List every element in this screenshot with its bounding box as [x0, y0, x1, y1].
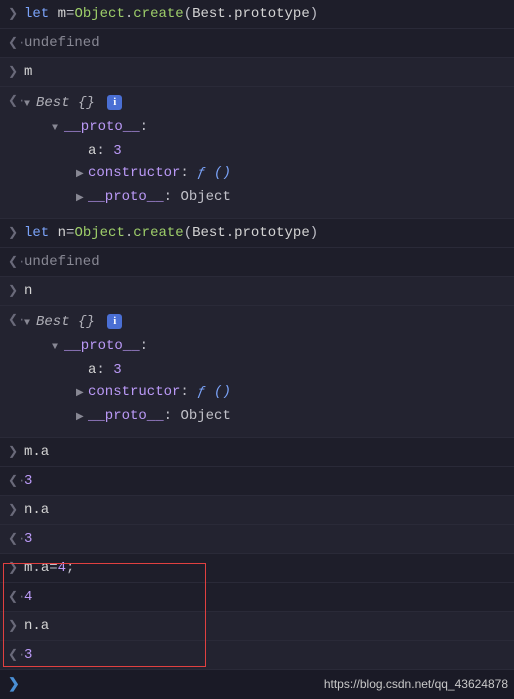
- expand-toggle[interactable]: ▼: [52, 118, 64, 140]
- code-line[interactable]: m.a: [24, 443, 506, 461]
- expand-toggle[interactable]: ▼: [24, 313, 36, 335]
- code-line[interactable]: m: [24, 63, 506, 81]
- output-value: 4: [24, 588, 506, 606]
- output-icon: ❮·: [8, 530, 24, 548]
- console-input-row: ❯ let m=Object.create(Best.prototype): [0, 0, 514, 29]
- input-icon: ❯: [8, 5, 24, 23]
- input-icon: ❯: [8, 224, 24, 242]
- output-icon: ❮·: [8, 646, 24, 664]
- watermark-text: https://blog.csdn.net/qq_43624878: [324, 677, 508, 691]
- output-value: 3: [24, 646, 506, 664]
- expand-toggle[interactable]: ▼: [52, 337, 64, 359]
- console-output-row: ❮· 3: [0, 525, 514, 554]
- console-input-row: ❯ n.a: [0, 612, 514, 641]
- expand-toggle[interactable]: ▶: [76, 188, 88, 210]
- info-icon[interactable]: i: [107, 95, 122, 110]
- code-line[interactable]: m.a=4;: [24, 559, 506, 577]
- console-output-row: ❮· ▼Best {} i ▼__proto__: a: 3 ▶construc…: [0, 87, 514, 219]
- console-output-row: ❮· undefined: [0, 29, 514, 58]
- output-value: undefined: [24, 34, 506, 52]
- input-icon: ❯: [8, 443, 24, 461]
- output-icon: ❮·: [8, 34, 24, 52]
- console-output-row: ❮· 3: [0, 467, 514, 496]
- console-input-row: ❯ n: [0, 277, 514, 306]
- expand-toggle[interactable]: ▼: [24, 94, 36, 116]
- input-icon: ❯: [8, 282, 24, 300]
- code-line[interactable]: let n=Object.create(Best.prototype): [24, 224, 506, 242]
- output-icon: ❮·: [8, 92, 24, 110]
- code-line[interactable]: n.a: [24, 501, 506, 519]
- object-tree[interactable]: ▼Best {} i ▼__proto__: a: 3 ▶constructor…: [24, 92, 506, 210]
- console-input-row: ❯ m.a: [0, 438, 514, 467]
- console-output-row: ❮· 3: [0, 641, 514, 670]
- object-tree[interactable]: ▼Best {} i ▼__proto__: a: 3 ▶constructor…: [24, 311, 506, 429]
- code-line[interactable]: n.a: [24, 617, 506, 635]
- expand-toggle[interactable]: ▶: [76, 383, 88, 405]
- output-value: undefined: [24, 253, 506, 271]
- console-input-row: ❯ let n=Object.create(Best.prototype): [0, 219, 514, 248]
- console-output-row: ❮· ▼Best {} i ▼__proto__: a: 3 ▶construc…: [0, 306, 514, 438]
- output-value: 3: [24, 472, 506, 490]
- console-input-row: ❯ m.a=4;: [0, 554, 514, 583]
- input-icon: ❯: [8, 63, 24, 81]
- output-value: 3: [24, 530, 506, 548]
- console-output-row: ❮· undefined: [0, 248, 514, 277]
- output-icon: ❮·: [8, 588, 24, 606]
- output-icon: ❮·: [8, 253, 24, 271]
- console-input-row: ❯ n.a: [0, 496, 514, 525]
- input-icon: ❯: [8, 559, 24, 577]
- console-output-row: ❮· 4: [0, 583, 514, 612]
- prompt-icon: ❯: [8, 677, 20, 693]
- input-icon: ❯: [8, 501, 24, 519]
- input-icon: ❯: [8, 617, 24, 635]
- info-icon[interactable]: i: [107, 314, 122, 329]
- code-line[interactable]: let m=Object.create(Best.prototype): [24, 5, 506, 23]
- code-line[interactable]: n: [24, 282, 506, 300]
- output-icon: ❮·: [8, 311, 24, 329]
- expand-toggle[interactable]: ▶: [76, 407, 88, 429]
- output-icon: ❮·: [8, 472, 24, 490]
- console-input-row: ❯ m: [0, 58, 514, 87]
- expand-toggle[interactable]: ▶: [76, 164, 88, 186]
